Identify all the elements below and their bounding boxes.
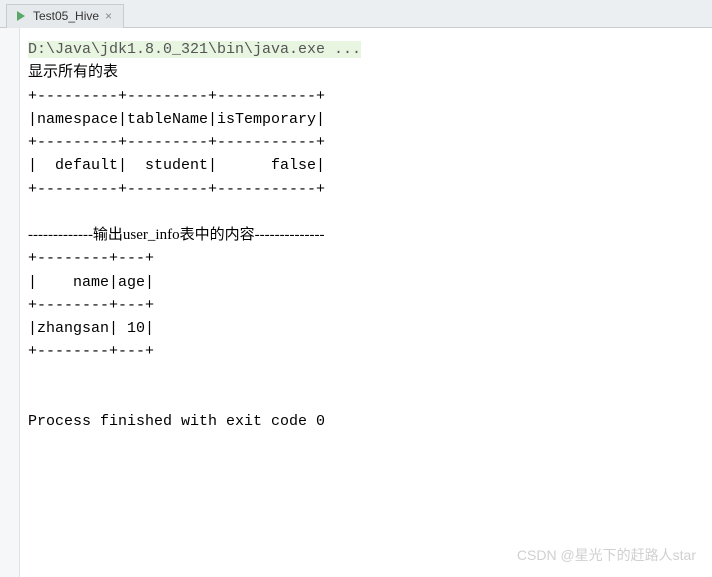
- exit-message: Process finished with exit code 0: [28, 413, 325, 430]
- heading-user-info: -------------输出user_info表中的内容-----------…: [28, 227, 325, 243]
- tab-title: Test05_Hive: [33, 9, 99, 23]
- tab-bar: Test05_Hive ×: [0, 0, 712, 28]
- heading-show-tables: 显示所有的表: [28, 64, 118, 80]
- command-line: D:\Java\jdk1.8.0_321\bin\java.exe ...: [28, 41, 361, 58]
- table1-border: +---------+---------+-----------+: [28, 88, 325, 105]
- watermark: CSDN @星光下的赶路人star: [517, 545, 696, 565]
- tab-test05-hive[interactable]: Test05_Hive ×: [6, 4, 124, 28]
- close-icon[interactable]: ×: [105, 11, 115, 21]
- table2-row: |zhangsan| 10|: [28, 320, 154, 337]
- table2-border: +--------+---+: [28, 343, 154, 360]
- gutter: [0, 28, 20, 577]
- table1-row: | default| student| false|: [28, 157, 325, 174]
- console-area: D:\Java\jdk1.8.0_321\bin\java.exe ... 显示…: [0, 28, 712, 577]
- table2-header: | name|age|: [28, 274, 154, 291]
- table1-header: |namespace|tableName|isTemporary|: [28, 111, 325, 128]
- console-output: D:\Java\jdk1.8.0_321\bin\java.exe ... 显示…: [20, 28, 712, 577]
- table1-border: +---------+---------+-----------+: [28, 134, 325, 151]
- table2-border: +--------+---+: [28, 250, 154, 267]
- run-icon: [15, 10, 27, 22]
- table2-border: +--------+---+: [28, 297, 154, 314]
- table1-border: +---------+---------+-----------+: [28, 181, 325, 198]
